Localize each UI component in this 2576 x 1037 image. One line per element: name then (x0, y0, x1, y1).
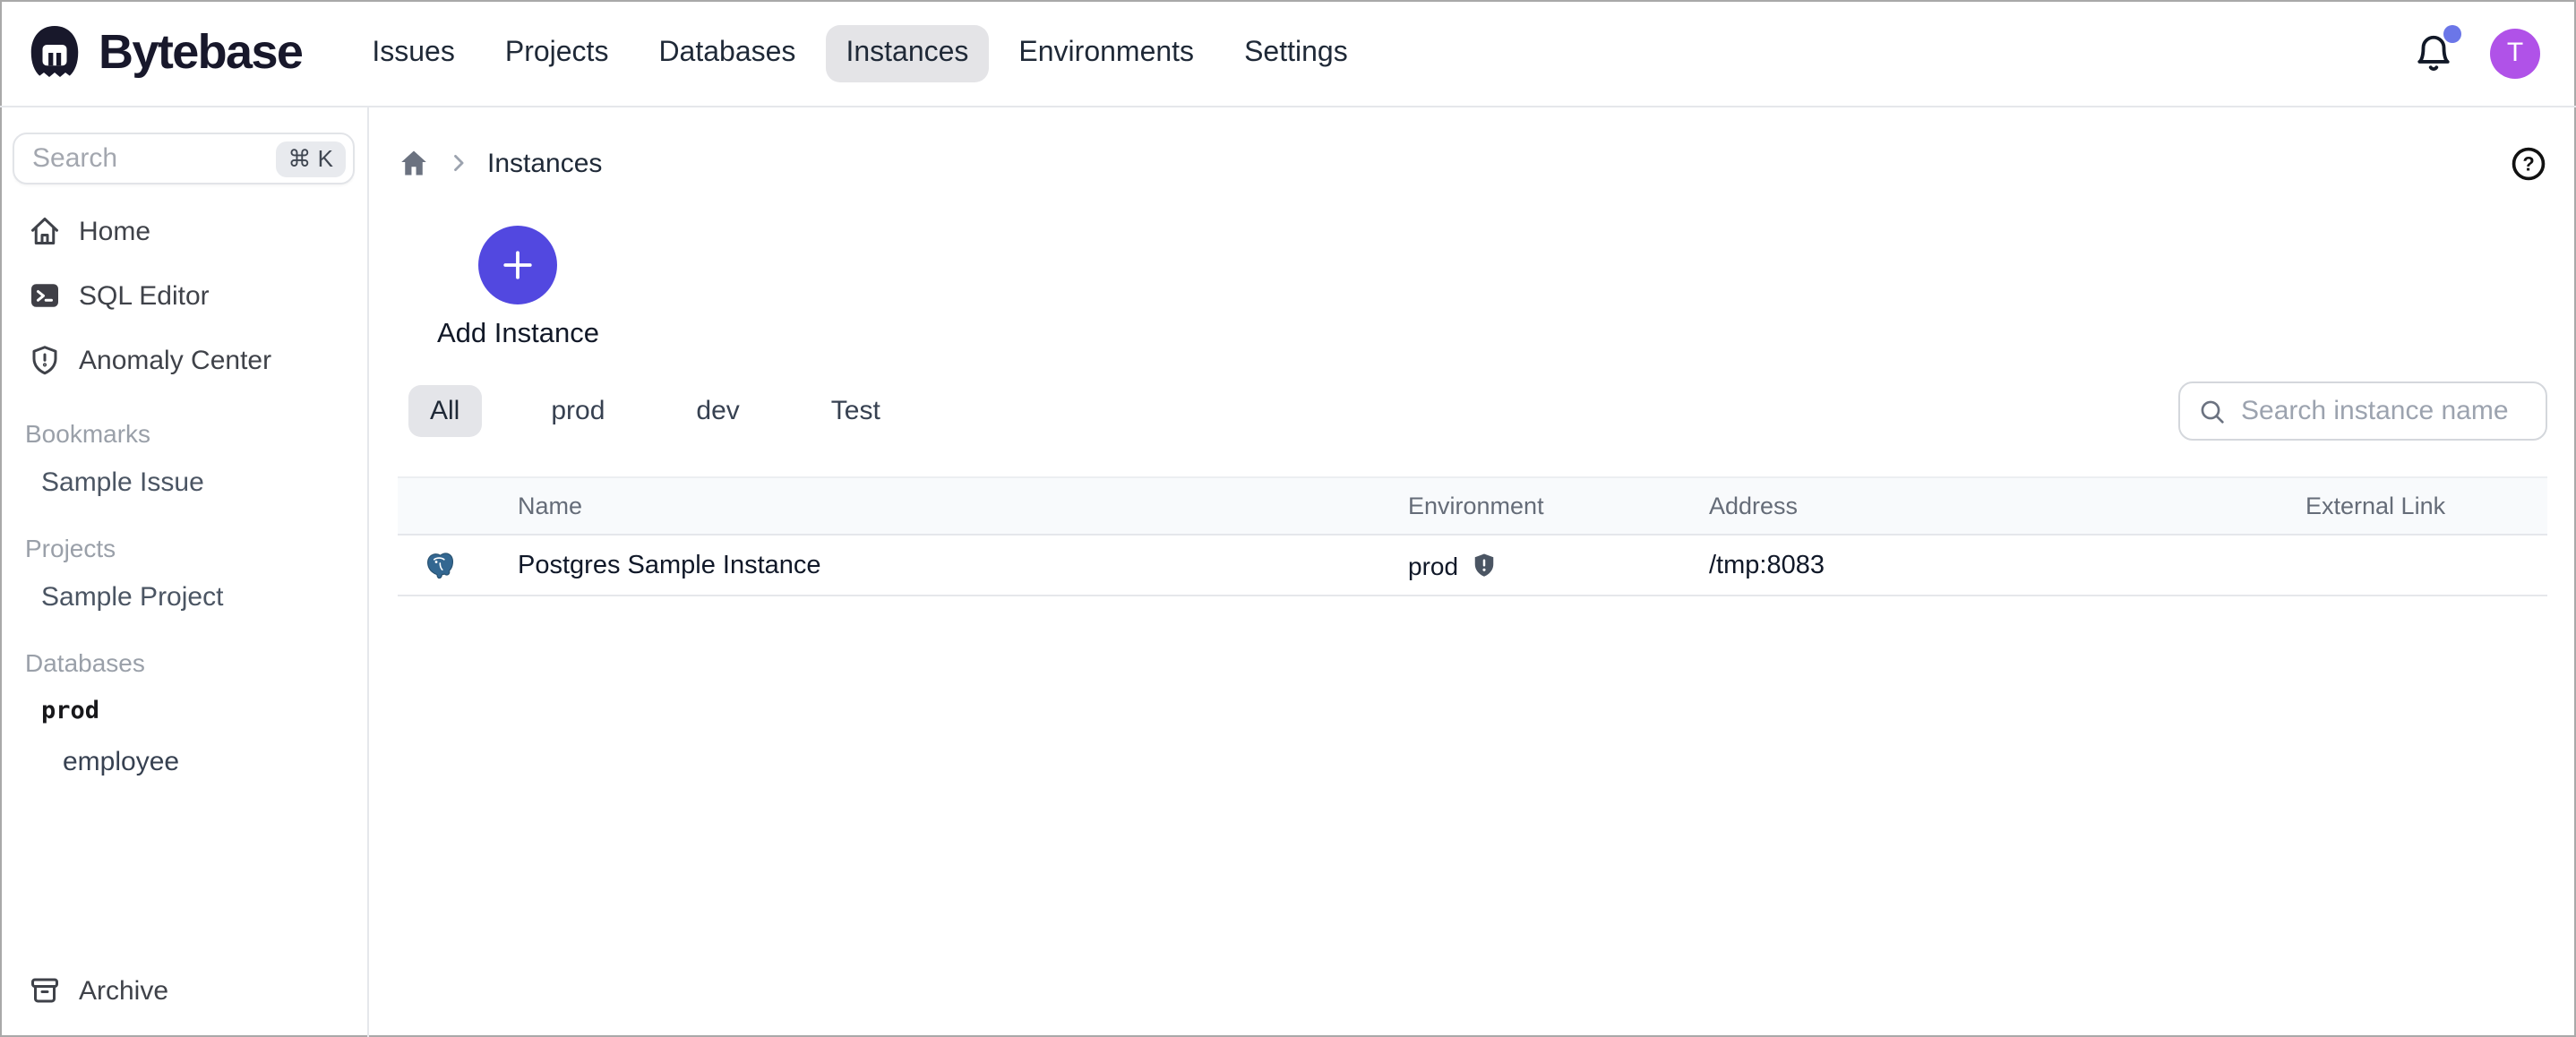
sidebar: ⌘ K Home (0, 107, 369, 1037)
search-shortcut-badge: ⌘ K (275, 141, 346, 176)
instances-table: Name Environment Address External Link (398, 476, 2547, 596)
bytebase-logo-icon (25, 23, 84, 82)
sidebar-item-label: SQL Editor (79, 280, 210, 311)
topbar-right-actions: T (2413, 28, 2540, 78)
add-instance-button[interactable]: Add Instance (437, 226, 599, 351)
plus-icon[interactable] (478, 226, 557, 304)
tab-dev[interactable]: dev (674, 385, 760, 437)
sidebar-item-archive[interactable]: Archive (0, 958, 367, 1023)
sidebar-item-sql-editor[interactable]: SQL Editor (0, 263, 367, 328)
sidebar-item-sample-project[interactable]: Sample Project (0, 571, 367, 621)
column-header-name: Name (518, 493, 1408, 519)
instance-name[interactable]: Postgres Sample Instance (518, 551, 1408, 579)
home-icon (29, 215, 61, 247)
sidebar-section-databases: Databases prod employee (0, 638, 367, 786)
bytebase-app: Bytebase Issues Projects Databases Insta… (0, 0, 2576, 1037)
instance-environment: prod (1408, 551, 1709, 579)
instance-address: /tmp:8083 (1709, 551, 2306, 579)
archive-icon (29, 974, 61, 1007)
sidebar-nav: Home SQL Editor (0, 199, 367, 392)
unread-notification-dot (2443, 25, 2461, 43)
breadcrumb-home-icon[interactable] (398, 147, 430, 179)
nav-item-instances[interactable]: Instances (826, 24, 988, 81)
chevron-right-icon (446, 150, 471, 176)
shield-protected-icon (1471, 552, 1498, 578)
instance-search-input[interactable] (2241, 396, 2528, 426)
environment-tabs: All prod dev Test (408, 385, 902, 437)
table-row[interactable]: Postgres Sample Instance prod /tmp:8083 (398, 536, 2547, 596)
section-label: Projects (0, 523, 367, 571)
shield-alert-icon (29, 344, 61, 376)
bytebase-logo[interactable]: Bytebase (25, 23, 302, 82)
nav-item-databases[interactable]: Databases (639, 24, 815, 81)
sidebar-section-bookmarks: Bookmarks Sample Issue (0, 408, 367, 507)
column-header-environment: Environment (1408, 493, 1709, 519)
top-navbar: Bytebase Issues Projects Databases Insta… (0, 0, 2576, 107)
breadcrumb-page-title: Instances (487, 148, 602, 178)
column-header-external-link: External Link (2306, 493, 2547, 519)
main-content: Instances ? Add Instance (369, 107, 2576, 1037)
top-navigation: Issues Projects Databases Instances Envi… (352, 24, 1367, 81)
sidebar-item-label: Home (79, 216, 150, 246)
tab-prod[interactable]: prod (529, 385, 626, 437)
nav-item-projects[interactable]: Projects (485, 24, 629, 81)
instance-filter-row: All prod dev Test (398, 381, 2547, 441)
tab-test[interactable]: Test (810, 385, 902, 437)
help-icon[interactable]: ? (2510, 144, 2547, 182)
add-instance-label: Add Instance (437, 319, 599, 351)
brand-name: Bytebase (99, 25, 302, 81)
nav-item-issues[interactable]: Issues (352, 24, 475, 81)
sidebar-item-sample-issue[interactable]: Sample Issue (0, 457, 367, 507)
sidebar-item-db-prod[interactable]: prod (0, 686, 367, 736)
notification-bell-icon[interactable] (2413, 32, 2454, 73)
section-label: Bookmarks (0, 408, 367, 457)
sidebar-item-home[interactable]: Home (0, 199, 367, 263)
column-header-address: Address (1709, 493, 2306, 519)
search-icon (2198, 397, 2227, 425)
tab-all[interactable]: All (408, 385, 481, 437)
nav-item-environments[interactable]: Environments (999, 24, 1214, 81)
sidebar-item-anomaly-center[interactable]: Anomaly Center (0, 328, 367, 392)
postgresql-icon (398, 550, 518, 580)
breadcrumb: Instances ? (398, 136, 2547, 190)
search-input[interactable] (32, 143, 275, 174)
instance-search[interactable] (2178, 381, 2547, 441)
terminal-icon (29, 279, 61, 312)
table-header-row: Name Environment Address External Link (398, 476, 2547, 536)
sidebar-search[interactable]: ⌘ K (13, 133, 355, 184)
sidebar-section-projects: Projects Sample Project (0, 523, 367, 621)
environment-value: prod (1408, 551, 1458, 579)
svg-text:?: ? (2522, 152, 2534, 175)
avatar[interactable]: T (2490, 28, 2540, 78)
section-label: Databases (0, 638, 367, 686)
sidebar-item-label: Anomaly Center (79, 345, 271, 375)
sidebar-item-label: Archive (79, 975, 168, 1006)
nav-item-settings[interactable]: Settings (1224, 24, 1368, 81)
sidebar-item-db-employee[interactable]: employee (0, 736, 367, 786)
